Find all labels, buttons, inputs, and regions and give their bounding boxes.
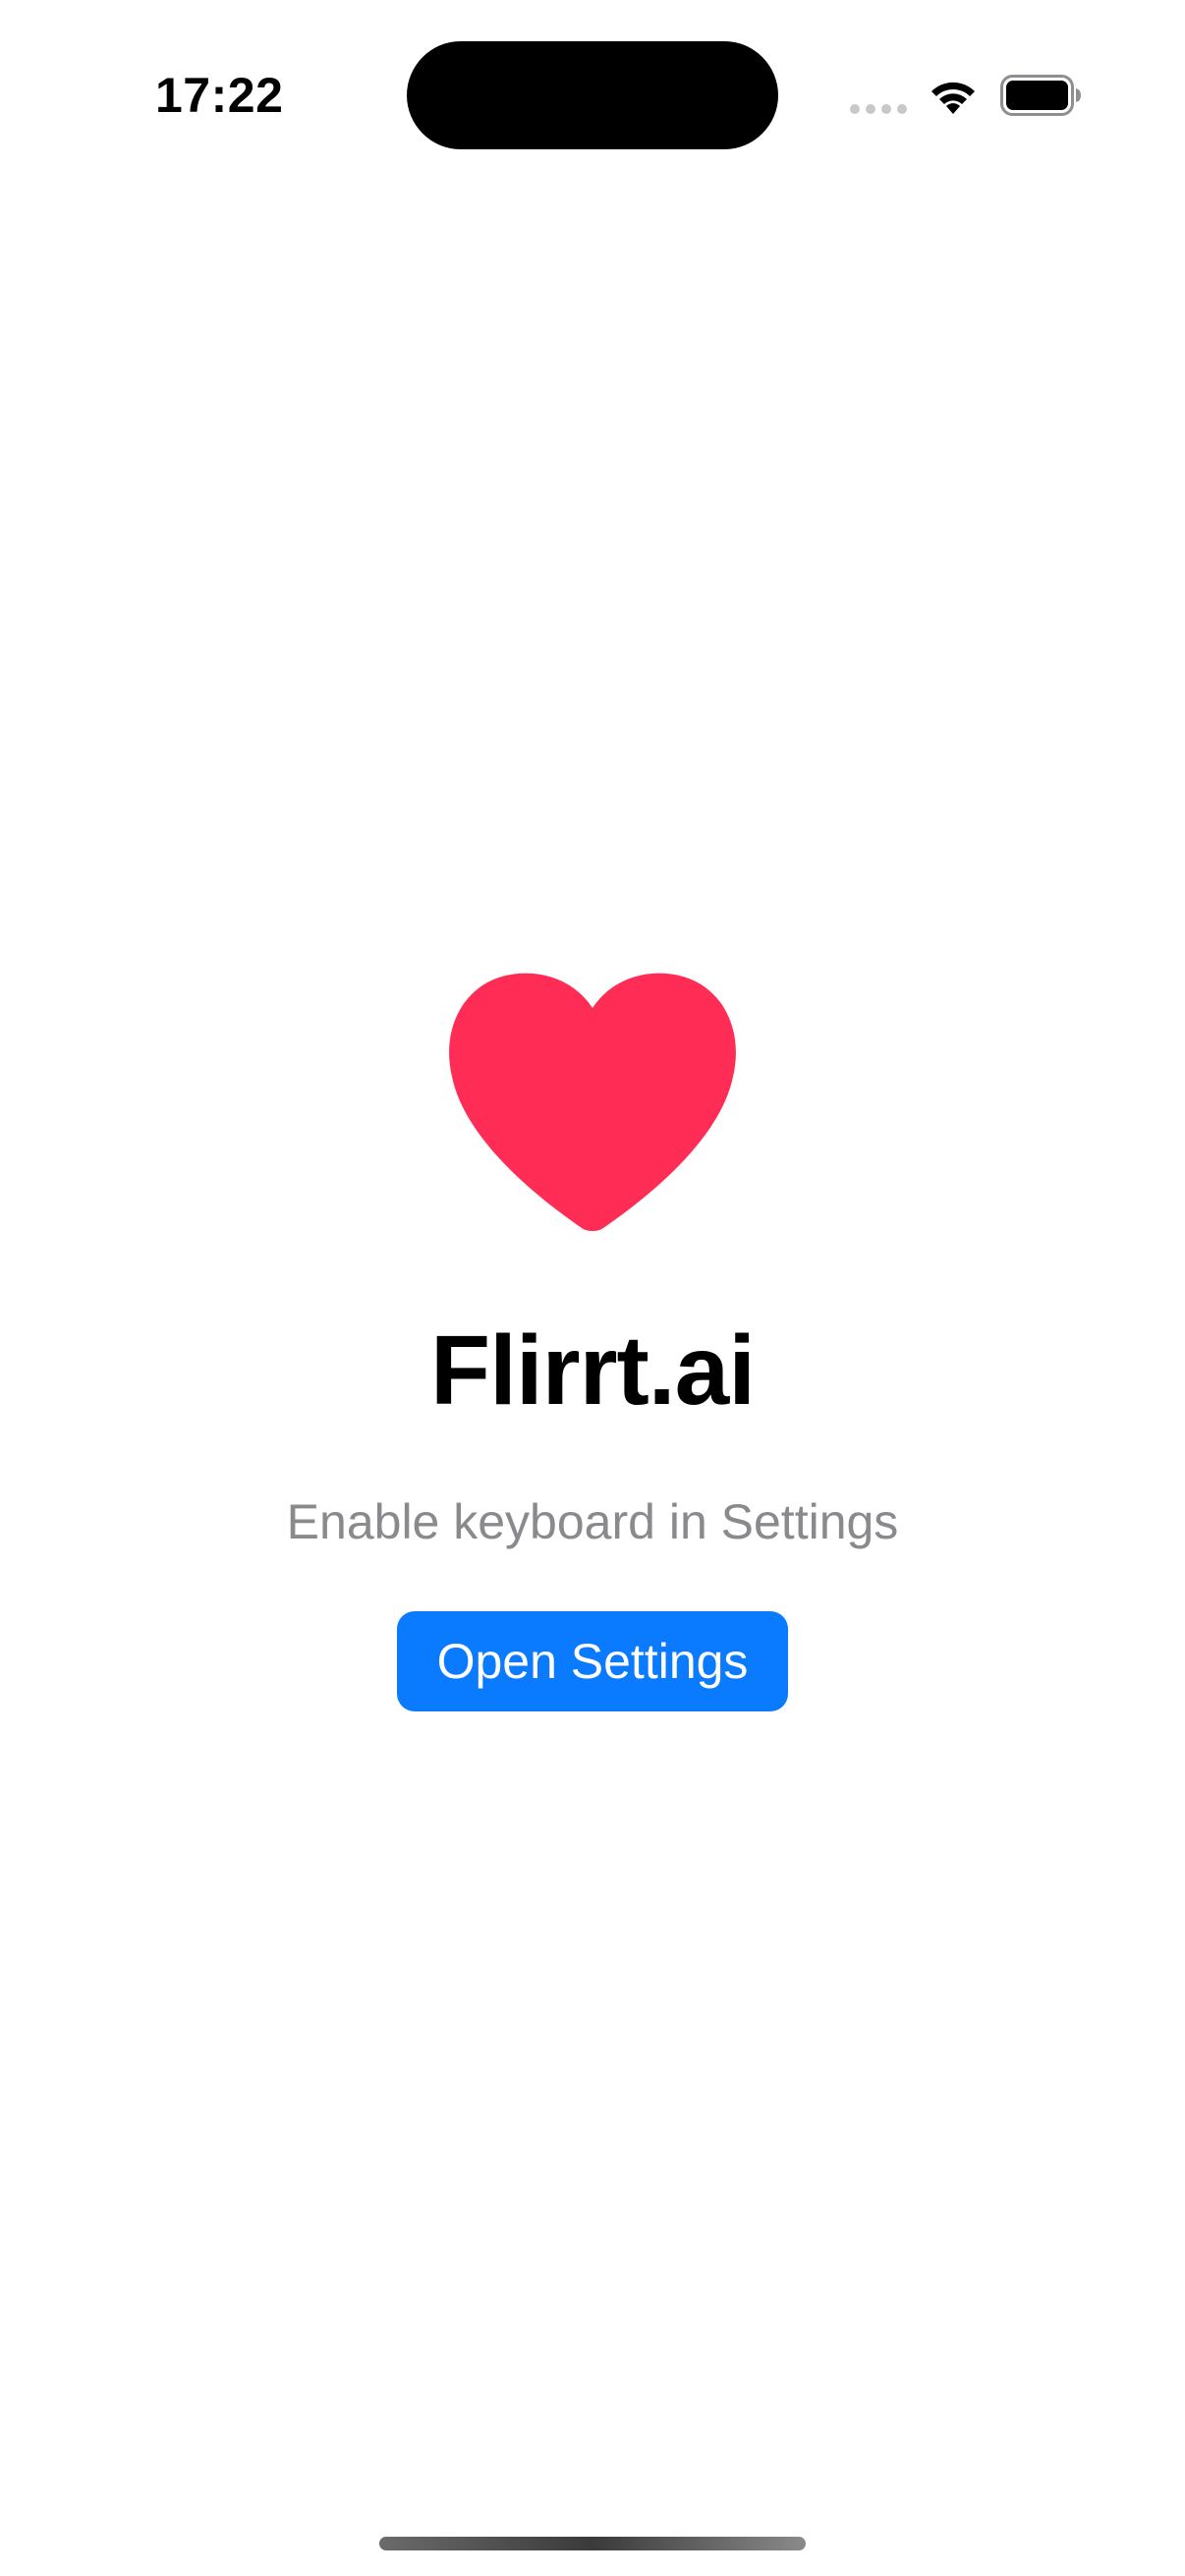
app-screen: 17:22 Flirrt.ai Enable keyboard in Setti… xyxy=(0,0,1185,2576)
open-settings-button[interactable]: Open Settings xyxy=(397,1611,788,1711)
battery-icon xyxy=(1000,75,1081,116)
app-title: Flirrt.ai xyxy=(430,1316,756,1426)
status-time: 17:22 xyxy=(155,68,284,123)
home-indicator[interactable] xyxy=(379,2537,806,2550)
cellular-signal-dots-icon xyxy=(850,104,907,114)
dynamic-island xyxy=(407,41,778,149)
wifi-icon xyxy=(931,82,975,114)
subtitle: Enable keyboard in Settings xyxy=(286,1494,899,1549)
heart-icon xyxy=(449,973,736,1231)
